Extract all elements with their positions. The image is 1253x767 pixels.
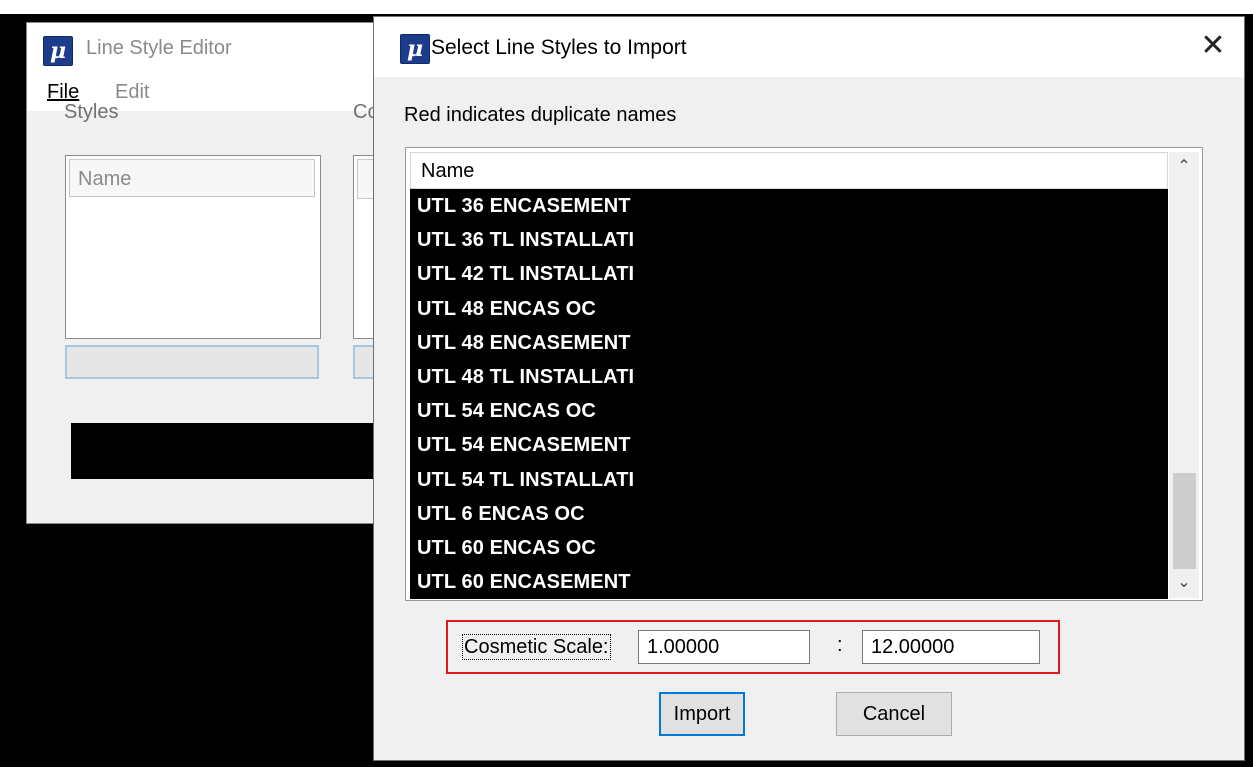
style-name-field[interactable] [65,345,319,379]
top-strip [0,0,1253,14]
list-item[interactable]: UTL 42 TL INSTALLATI [410,257,1168,291]
close-icon[interactable]: ✕ [1196,29,1230,63]
scroll-down-icon[interactable]: ⌄ [1169,568,1199,598]
styles-label: Styles [64,101,119,123]
styles-list-header[interactable]: Name [69,159,315,197]
duplicate-hint: Red indicates duplicate names [404,104,677,126]
list-item[interactable]: UTL 54 TL INSTALLATI [410,463,1168,497]
list-item[interactable]: UTL 36 ENCASEMENT [410,189,1168,223]
line-style-editor-window: μ Line Style Editor File Edit Styles Co … [26,22,411,524]
list-item[interactable]: UTL 48 TL INSTALLATI [410,360,1168,394]
import-button[interactable]: Import [659,692,745,736]
preview-area [71,423,411,479]
cosmetic-scale-value2-input[interactable]: 12.00000 [862,630,1040,664]
list-column-header-name[interactable]: Name [410,152,1168,189]
list-item[interactable]: UTL 48 ENCAS OC [410,292,1168,326]
cosmetic-scale-value1-input[interactable]: 1.00000 [638,630,810,664]
list-item[interactable]: UTL 54 ENCASEMENT [410,428,1168,462]
list-rows: UTL 36 ENCASEMENT UTL 36 TL INSTALLATI U… [410,189,1168,599]
styles-list[interactable]: Name [65,155,321,339]
cancel-button[interactable]: Cancel [836,692,952,736]
lse-title: Line Style Editor [86,37,232,59]
list-item[interactable]: UTL 48 ENCASEMENT [410,326,1168,360]
menu-edit[interactable]: Edit [115,81,149,104]
list-item[interactable]: UTL 6 ENCAS OC [410,497,1168,531]
list-item[interactable]: UTL 60 ENCAS OC [410,531,1168,565]
import-dialog: μ Select Line Styles to Import ✕ Red ind… [373,16,1245,761]
dialog-title: Select Line Styles to Import [431,36,687,59]
line-styles-list[interactable]: Name UTL 36 ENCASEMENT UTL 36 TL INSTALL… [405,147,1203,601]
scrollbar-thumb[interactable] [1173,473,1196,569]
list-item[interactable]: UTL 36 TL INSTALLATI [410,223,1168,257]
lse-title-bar: μ Line Style Editor [27,23,407,75]
list-item[interactable]: UTL 54 ENCAS OC [410,394,1168,428]
scroll-up-icon[interactable]: ⌃ [1169,152,1199,182]
microstation-logo-icon: μ [400,34,430,64]
cosmetic-scale-highlight: Cosmetic Scale: 1.00000 : 12.00000 [446,620,1060,674]
dialog-title-bar: μ Select Line Styles to Import ✕ [374,17,1244,77]
microstation-logo-icon: μ [43,36,73,66]
vertical-scrollbar[interactable]: ⌃ ⌄ [1169,152,1199,598]
cosmetic-scale-label: Cosmetic Scale: [462,634,611,660]
scale-separator: : [837,634,843,656]
list-item[interactable]: UTL 60 ENCASEMENT [410,565,1168,599]
